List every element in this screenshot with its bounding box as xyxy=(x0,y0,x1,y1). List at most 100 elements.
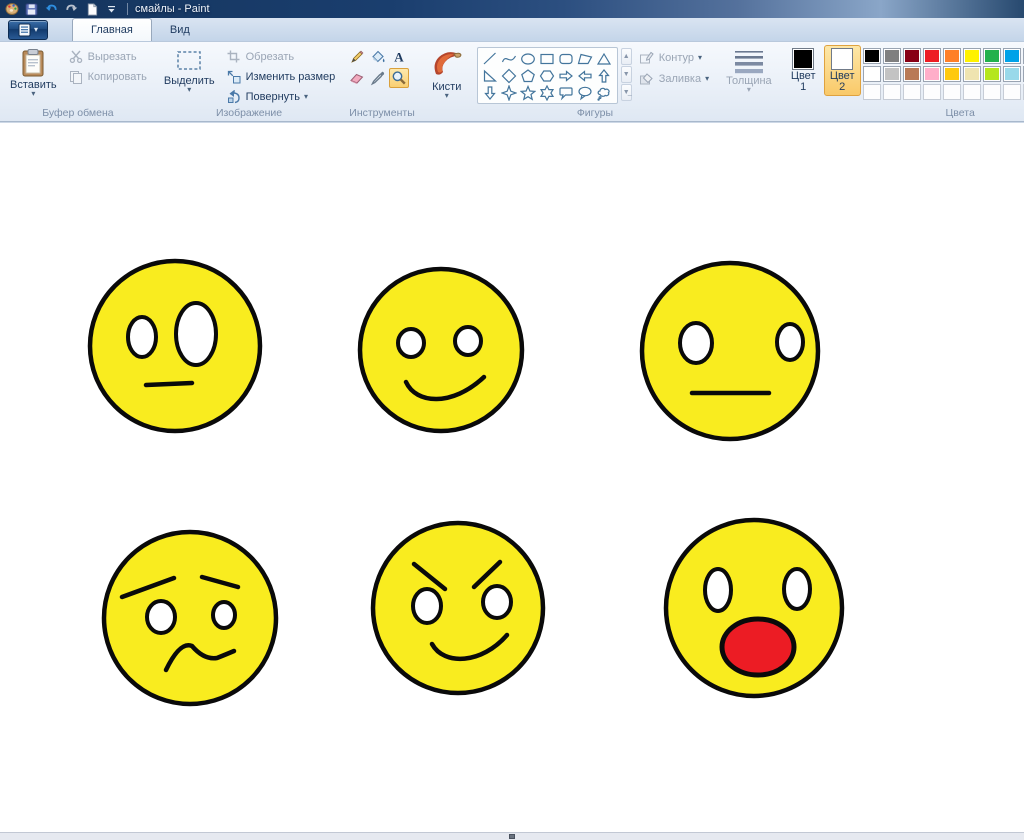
palette-color-1-1[interactable] xyxy=(883,66,901,82)
palette-empty-slot[interactable] xyxy=(943,84,961,100)
application-menu-icon xyxy=(18,23,31,37)
paste-button[interactable]: Вставить ▾ xyxy=(5,45,62,100)
palette-empty-slot[interactable] xyxy=(883,84,901,100)
undo-icon[interactable] xyxy=(44,2,59,17)
shapes-scrollbar: ▲ ▼ ▼̲ xyxy=(621,48,632,101)
shape-hexagon-icon[interactable] xyxy=(538,67,557,84)
redo-icon[interactable] xyxy=(64,2,79,17)
fill-style-icon xyxy=(639,71,655,86)
customize-quick-access-icon[interactable] xyxy=(104,2,119,17)
palette-color-0-0[interactable] xyxy=(863,48,881,64)
shape-triangle-icon[interactable] xyxy=(595,50,614,67)
tab-home[interactable]: Главная xyxy=(72,18,152,41)
resize-button[interactable]: Изменить размер xyxy=(222,68,340,85)
scroll-down-icon[interactable]: ▼ xyxy=(621,66,632,83)
color1-button[interactable]: Цвет 1 xyxy=(785,45,822,96)
palette-color-1-0[interactable] xyxy=(863,66,881,82)
shape-rounded-rectangle-icon[interactable] xyxy=(557,50,576,67)
titlebar: смайлы - Paint xyxy=(0,0,1024,18)
palette-empty-slot[interactable] xyxy=(863,84,881,100)
palette-color-0-6[interactable] xyxy=(983,48,1001,64)
text-tool[interactable]: A xyxy=(389,47,409,67)
paint-window: смайлы - Paint ▾ Главная Вид Вставить ▾ xyxy=(0,0,1024,840)
chevron-down-icon: ▾ xyxy=(705,76,709,82)
palette-color-0-2[interactable] xyxy=(903,48,921,64)
shape-ellipse-icon[interactable] xyxy=(519,50,538,67)
palette-empty-slot[interactable] xyxy=(1003,84,1021,100)
window-title: смайлы - Paint xyxy=(135,3,210,15)
fill-button[interactable]: Заливка ▾ xyxy=(635,70,713,87)
shape-polygon-icon[interactable] xyxy=(576,50,595,67)
gallery-expand-icon[interactable]: ▼̲ xyxy=(621,84,632,101)
palette-color-1-6[interactable] xyxy=(983,66,1001,82)
shape-line-icon[interactable] xyxy=(481,50,500,67)
rotate-button[interactable]: Повернуть ▾ xyxy=(222,88,340,105)
palette-color-1-5[interactable] xyxy=(963,66,981,82)
palette-color-0-1[interactable] xyxy=(883,48,901,64)
palette-empty-slot[interactable] xyxy=(903,84,921,100)
new-document-icon[interactable] xyxy=(84,2,99,17)
group-caption: Инструменты xyxy=(347,106,416,121)
palette-color-1-4[interactable] xyxy=(943,66,961,82)
shape-callout-rounded-icon[interactable] xyxy=(557,84,576,101)
svg-text:A: A xyxy=(395,50,405,65)
smiley-devious xyxy=(373,523,543,693)
group-caption: Изображение xyxy=(159,106,339,121)
color-picker-tool[interactable] xyxy=(368,68,388,88)
palette-empty-slot[interactable] xyxy=(963,84,981,100)
shape-callout-oval-icon[interactable] xyxy=(576,84,595,101)
group-size: Толщина ▾ xyxy=(718,44,780,121)
shape-diamond-icon[interactable] xyxy=(500,67,519,84)
shape-curve-icon[interactable] xyxy=(500,50,519,67)
palette-color-1-2[interactable] xyxy=(903,66,921,82)
select-button[interactable]: Выделить ▾ xyxy=(159,45,220,96)
canvas-resize-handle[interactable] xyxy=(509,834,515,839)
group-shapes: ▲ ▼ ▼̲ Контур ▾ Заливка ▾ xyxy=(474,44,716,121)
cut-button[interactable]: Вырезать xyxy=(64,48,151,65)
palette-color-0-5[interactable] xyxy=(963,48,981,64)
shape-star-4-icon[interactable] xyxy=(500,84,519,101)
palette-empty-slot[interactable] xyxy=(983,84,1001,100)
shape-star-6-icon[interactable] xyxy=(538,84,557,101)
scroll-up-icon[interactable]: ▲ xyxy=(621,48,632,65)
save-icon[interactable] xyxy=(24,2,39,17)
tab-view[interactable]: Вид xyxy=(152,18,208,41)
color2-button[interactable]: Цвет 2 xyxy=(824,45,861,96)
shape-arrow-left-icon[interactable] xyxy=(576,67,595,84)
color-palette xyxy=(863,45,1024,101)
palette-color-0-7[interactable] xyxy=(1003,48,1021,64)
brushes-button[interactable]: Кисти ▾ xyxy=(425,45,469,102)
shape-star-5-icon[interactable] xyxy=(519,84,538,101)
magnifier-tool[interactable] xyxy=(389,68,409,88)
palette-color-1-7[interactable] xyxy=(1003,66,1021,82)
size-button[interactable]: Толщина ▾ xyxy=(721,45,777,96)
shape-arrow-up-icon[interactable] xyxy=(595,67,614,84)
shape-rectangle-icon[interactable] xyxy=(538,50,557,67)
drawing-canvas[interactable] xyxy=(0,122,1024,832)
ribbon: Вставить ▾ Вырезать Копировать Буфер обм… xyxy=(0,42,1024,122)
eraser-tool[interactable] xyxy=(347,68,367,88)
group-tools: A Инструменты xyxy=(344,44,419,121)
shape-arrow-right-icon[interactable] xyxy=(557,67,576,84)
copy-button[interactable]: Копировать xyxy=(64,68,151,85)
smiley-neutral xyxy=(642,263,818,439)
palette-color-1-3[interactable] xyxy=(923,66,941,82)
chevron-down-icon: ▾ xyxy=(304,94,308,100)
chevron-down-icon: ▾ xyxy=(445,93,449,99)
paste-icon xyxy=(20,48,46,78)
shape-pentagon-icon[interactable] xyxy=(519,67,538,84)
shape-right-triangle-icon[interactable] xyxy=(481,67,500,84)
application-menu-button[interactable]: ▾ xyxy=(8,20,48,40)
pencil-tool[interactable] xyxy=(347,47,367,67)
group-clipboard: Вставить ▾ Вырезать Копировать Буфер обм… xyxy=(2,44,154,121)
fill-tool[interactable] xyxy=(368,47,388,67)
palette-color-0-3[interactable] xyxy=(923,48,941,64)
palette-empty-slot[interactable] xyxy=(923,84,941,100)
group-image: Выделить ▾ Обрезать Изменить размер Пове… xyxy=(156,44,342,121)
crop-button[interactable]: Обрезать xyxy=(222,48,340,65)
shape-arrow-down-icon[interactable] xyxy=(481,84,500,101)
paint-logo-icon[interactable] xyxy=(4,2,19,17)
shape-callout-cloud-icon[interactable] xyxy=(595,84,614,101)
palette-color-0-4[interactable] xyxy=(943,48,961,64)
outline-button[interactable]: Контур ▾ xyxy=(635,49,713,66)
